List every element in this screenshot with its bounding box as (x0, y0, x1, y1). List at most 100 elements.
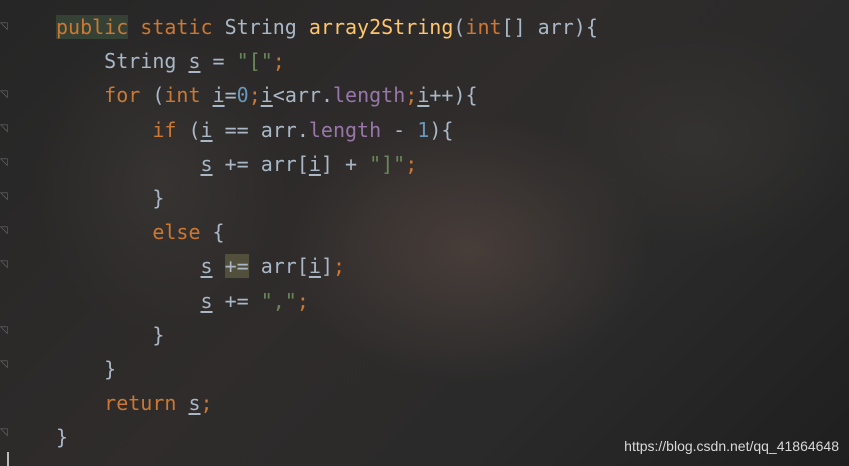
code-token: ; (272, 49, 285, 74)
fold-icon[interactable]: ◹ (0, 260, 8, 270)
code-line[interactable]: public static String array2String(int[] … (56, 10, 598, 44)
code-line[interactable]: String s = "["; (56, 44, 598, 78)
code-token: public (56, 15, 129, 39)
fold-icon[interactable]: ◹ (0, 428, 8, 438)
code-area[interactable]: public static String array2String(int[] … (56, 10, 598, 454)
code-token: ; (405, 83, 418, 108)
code-line[interactable]: s += ","; (56, 284, 598, 318)
code-token: String (104, 49, 189, 74)
code-token: length (308, 117, 382, 142)
code-token: array2String (308, 15, 454, 39)
fold-icon[interactable]: ◹ (0, 192, 8, 202)
code-token: "[" (236, 49, 273, 74)
fold-icon[interactable]: ◹ (0, 360, 8, 370)
fold-icon[interactable]: ◹ (0, 124, 8, 134)
code-token: length (333, 83, 406, 108)
code-token: s (200, 288, 213, 313)
code-token: <arr. (272, 83, 334, 108)
code-token: ++){ (429, 83, 478, 108)
code-token: ; (248, 83, 261, 108)
code-token: s (200, 254, 213, 279)
code-token: i (308, 151, 321, 176)
code-line[interactable]: } (56, 420, 598, 454)
code-token: i (212, 83, 225, 108)
code-token: [] arr){ (501, 15, 598, 39)
code-token: { (200, 220, 225, 245)
code-line[interactable]: s += arr[i] + "]"; (56, 147, 598, 181)
code-token: ] + (320, 151, 370, 176)
code-token: s (200, 151, 213, 176)
code-token: arr[ (248, 254, 309, 279)
code-line[interactable]: return s; (56, 386, 598, 420)
code-token: i (308, 254, 321, 279)
editor-gutter: ◹ ◹ ◹ ◹ ◹ ◹ ◹ ◹ ◹ ◹ (0, 0, 14, 466)
code-token: else (152, 220, 201, 245)
code-line[interactable]: } (56, 352, 598, 386)
fold-icon[interactable]: ◹ (0, 326, 8, 336)
code-token: } (152, 185, 165, 210)
watermark: https://blog.csdn.net/qq_41864648 (624, 438, 839, 454)
code-token: ( (176, 117, 201, 142)
code-token: ; (200, 391, 213, 416)
code-token: ){ (429, 117, 454, 142)
code-line[interactable]: else { (56, 215, 598, 249)
code-token: for (104, 83, 141, 108)
code-token: s (188, 49, 201, 74)
code-token: } (56, 425, 69, 450)
text-caret (7, 452, 9, 466)
code-token: += (212, 288, 261, 313)
code-token: int (465, 15, 502, 39)
code-line[interactable]: } (56, 181, 598, 215)
code-line[interactable]: } (56, 318, 598, 352)
code-token: ; (405, 151, 418, 176)
code-token: += arr[ (212, 151, 309, 176)
code-token: "," (260, 288, 297, 313)
code-line[interactable]: for (int i=0;i<arr.length;i++){ (56, 78, 598, 112)
code-token: } (104, 356, 117, 381)
code-token: return (104, 391, 177, 416)
fold-icon[interactable]: ◹ (0, 158, 8, 168)
code-token: int (164, 83, 201, 108)
code-token: ; (333, 254, 346, 279)
code-token: static (140, 15, 213, 39)
code-token: ] (320, 254, 333, 279)
code-line[interactable]: if (i == arr.length - 1){ (56, 113, 598, 147)
code-line[interactable]: s += arr[i]; (56, 249, 598, 283)
fold-icon[interactable]: ◹ (0, 226, 8, 236)
code-token: 0 (236, 83, 249, 108)
fold-icon[interactable]: ◹ (0, 90, 8, 100)
code-token: s (188, 391, 201, 416)
code-token: += (224, 254, 249, 279)
code-token: ; (296, 288, 309, 313)
code-token: == arr. (212, 117, 309, 142)
code-token: ( (453, 15, 466, 39)
code-token: if (152, 117, 177, 142)
code-token: - (381, 117, 418, 142)
code-token: "]" (369, 151, 406, 176)
code-token: } (152, 322, 165, 347)
code-token: = (200, 49, 237, 74)
fold-icon[interactable]: ◹ (0, 22, 8, 32)
code-editor[interactable]: ◹ ◹ ◹ ◹ ◹ ◹ ◹ ◹ ◹ ◹ public static String… (0, 0, 849, 466)
code-token: i (417, 83, 430, 108)
code-token: i (200, 117, 213, 142)
code-token: String (212, 15, 309, 39)
code-token: i (260, 83, 273, 108)
code-token: = (224, 83, 237, 108)
code-token: ( (140, 83, 165, 108)
